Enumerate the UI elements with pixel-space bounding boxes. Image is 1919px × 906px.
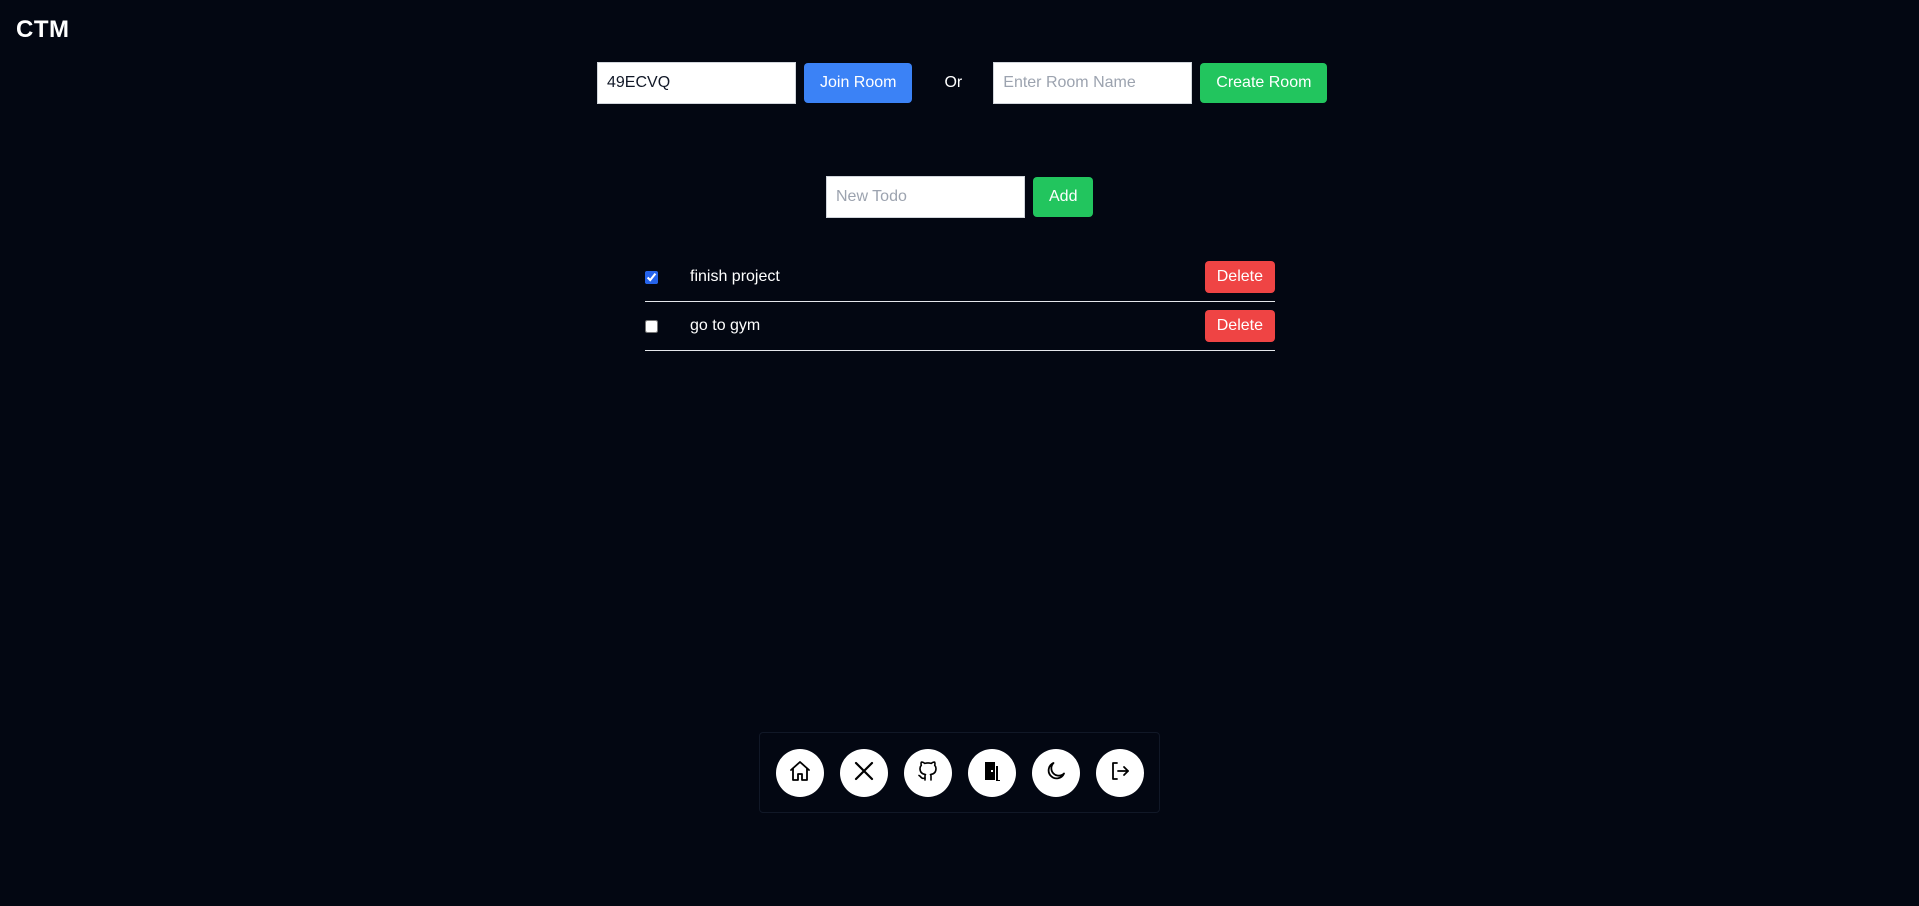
logout-icon: [1108, 759, 1132, 786]
delete-todo-button[interactable]: Delete: [1204, 261, 1275, 293]
join-room-button[interactable]: Join Room: [804, 63, 913, 103]
add-todo-button[interactable]: Add: [1033, 177, 1094, 217]
todo-text: go to gym: [690, 317, 761, 334]
room-button[interactable]: [968, 748, 1016, 797]
github-button[interactable]: [904, 748, 952, 797]
room-code-input[interactable]: [597, 62, 796, 104]
x-social-button[interactable]: [840, 748, 888, 797]
door-icon: [980, 759, 1004, 786]
moon-icon: [1044, 759, 1068, 786]
home-icon: [788, 759, 812, 786]
or-separator: Or: [944, 74, 963, 91]
todo-checkbox[interactable]: [645, 270, 658, 284]
new-todo-input[interactable]: [826, 176, 1025, 218]
app-title: CTM: [16, 16, 70, 43]
x-icon: [852, 759, 876, 786]
todo-list: finish project Delete go to gym Delete: [645, 253, 1275, 351]
home-button[interactable]: [776, 748, 824, 797]
todo-item: finish project Delete: [645, 253, 1275, 302]
delete-todo-button[interactable]: Delete: [1204, 310, 1275, 342]
todo-checkbox[interactable]: [645, 319, 658, 333]
github-icon: [916, 759, 940, 786]
todo-text: finish project: [690, 268, 780, 285]
new-todo-form: Add: [826, 176, 1094, 218]
room-name-input[interactable]: [993, 62, 1193, 104]
theme-toggle-button[interactable]: [1032, 748, 1080, 797]
room-controls: Join Room Or Create Room: [597, 62, 1328, 104]
todo-item: go to gym Delete: [645, 302, 1275, 351]
logout-button[interactable]: [1096, 748, 1144, 797]
create-room-button[interactable]: Create Room: [1200, 63, 1328, 103]
bottom-dock: [759, 732, 1160, 813]
